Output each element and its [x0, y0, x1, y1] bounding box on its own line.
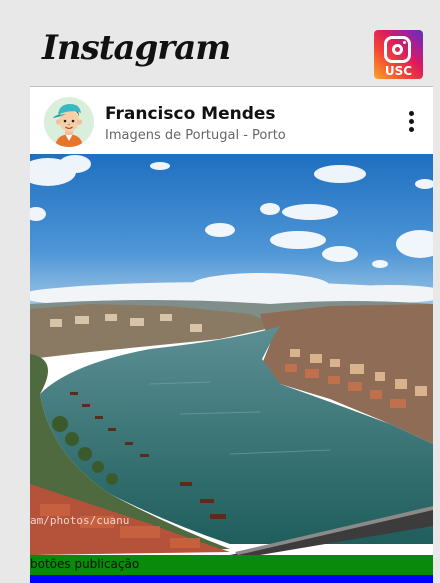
post-location[interactable]: Imagens de Portugal - Porto	[105, 128, 286, 143]
app-header: Instagram USC	[0, 0, 440, 86]
post-header: Francisco Mendes Imagens de Portugal - P…	[30, 87, 433, 154]
post-actions-bar[interactable]: botões publicação	[30, 555, 433, 575]
more-options-button[interactable]	[404, 111, 418, 135]
post-photo[interactable]: am/photos/cuanu	[30, 154, 433, 555]
more-dot-icon	[408, 127, 414, 132]
app-icon-badge: USC	[384, 64, 413, 78]
photo-watermark: am/photos/cuanu	[30, 514, 130, 527]
instagram-logo[interactable]: Instagram	[42, 28, 231, 68]
avatar[interactable]	[44, 97, 94, 147]
post-actions-label: botões publicação	[30, 557, 140, 571]
camera-glyph	[384, 36, 411, 63]
post-user-name[interactable]: Francisco Mendes	[105, 104, 276, 124]
instagram-camera-icon[interactable]: USC	[374, 30, 423, 79]
more-dot-icon	[408, 119, 414, 124]
post-card: Francisco Mendes Imagens de Portugal - P…	[30, 86, 433, 583]
porto-river-photo	[30, 154, 433, 555]
more-dot-icon	[408, 111, 414, 116]
cartoon-avatar-icon	[44, 97, 94, 147]
